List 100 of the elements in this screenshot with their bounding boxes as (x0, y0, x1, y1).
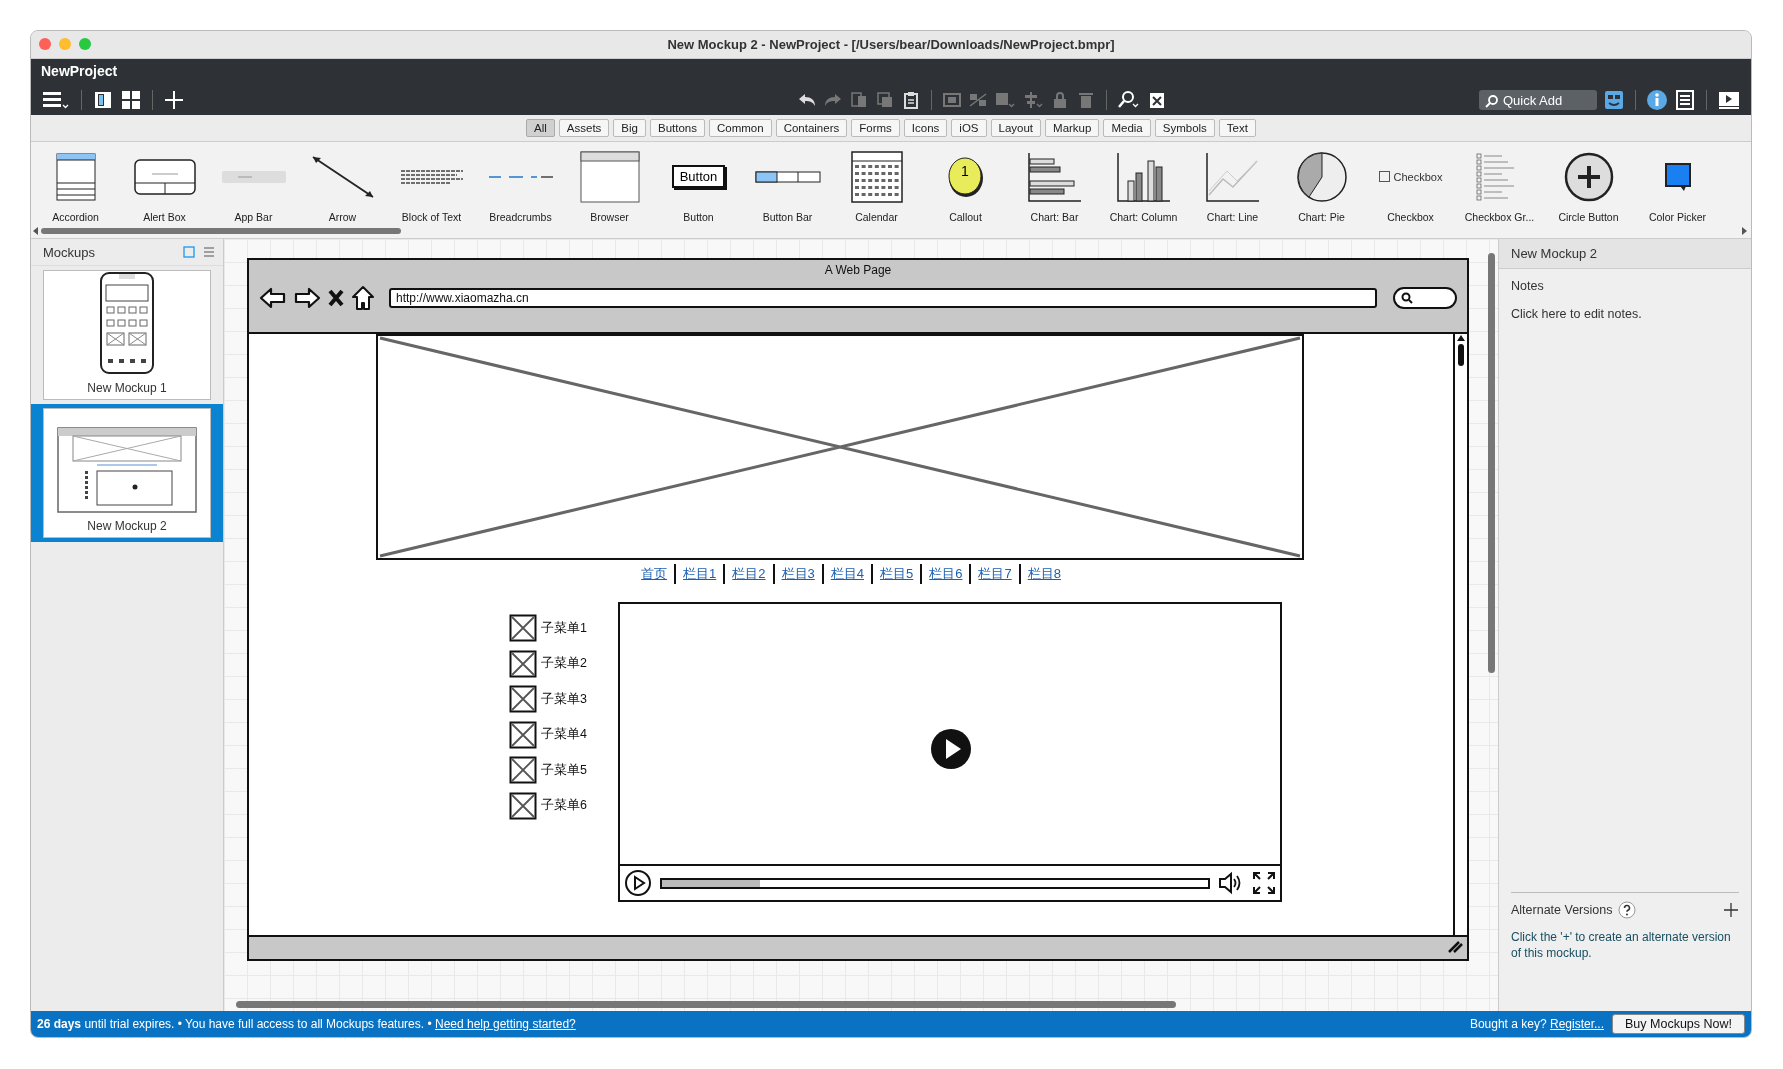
filter-tab[interactable]: iOS (951, 119, 987, 137)
nav-link[interactable]: 栏目8 (1027, 565, 1061, 583)
trial-message: 26 days until trial expires. • You have full access to all Mockups features. • Need help getting started? (37, 1017, 576, 1031)
help-link[interactable]: Need help getting started? (434, 1017, 576, 1031)
library-item[interactable]: Checkbox Checkbox (1366, 142, 1455, 226)
filter-tab[interactable]: Markup (1045, 119, 1100, 137)
project-name: NewProject (41, 62, 119, 81)
menu-icon[interactable] (41, 89, 71, 111)
panel-icon[interactable] (92, 89, 114, 111)
image-placeholder-icon (509, 720, 537, 749)
filter-tab[interactable]: Media (1103, 119, 1151, 137)
scroll-left-icon[interactable] (33, 227, 41, 235)
library-item[interactable]: Button Button (654, 142, 743, 226)
filter-tab[interactable]: Big (613, 119, 646, 137)
face-icon[interactable] (1603, 89, 1625, 111)
play-icon (624, 869, 652, 897)
library-item[interactable]: App Bar (209, 142, 298, 226)
list-icon[interactable] (1674, 89, 1696, 111)
bar-chart-icon (1026, 150, 1083, 203)
grid-icon[interactable] (120, 89, 142, 111)
search-icon (1485, 94, 1499, 108)
nav-link[interactable]: 栏目1 (683, 565, 717, 583)
library-item[interactable]: Chart: Line (1188, 142, 1277, 226)
image-placeholder-icon (509, 756, 537, 784)
library-item[interactable]: Circle Button (1544, 142, 1633, 226)
library-item[interactable]: Browser (565, 142, 654, 226)
submenu-item: 子菜单5 (541, 761, 587, 779)
library-item[interactable]: Arrow (298, 142, 387, 226)
library-item[interactable]: 1 Callout (921, 142, 1010, 226)
filter-tab[interactable]: Buttons (649, 119, 705, 137)
info-icon[interactable] (1646, 89, 1668, 111)
plus-circle-icon (1563, 151, 1614, 202)
filter-tab[interactable]: Layout (990, 119, 1042, 137)
scroll-right-icon[interactable] (1741, 227, 1749, 235)
library-item[interactable]: Button Bar (743, 142, 832, 226)
library-item[interactable]: Chart: Column (1099, 142, 1188, 226)
filter-tab[interactable]: Assets (558, 119, 610, 137)
library-item[interactable]: Chart: Pie (1277, 142, 1366, 226)
video-player[interactable] (618, 602, 1282, 902)
scrollbar-thumb[interactable] (1488, 253, 1495, 673)
scrollbar-thumb[interactable] (236, 1001, 1176, 1008)
filter-tab[interactable]: Forms (851, 119, 900, 137)
library-item[interactable]: Color Picker (1633, 142, 1722, 226)
filter-tab[interactable]: Containers (775, 119, 848, 137)
register-link[interactable]: Register... (1550, 1017, 1604, 1031)
library-item[interactable]: Alert Box (120, 142, 209, 226)
clipboard-icon[interactable] (901, 90, 921, 110)
search-field[interactable] (1393, 287, 1457, 309)
group-icon[interactable] (942, 90, 962, 110)
image-placeholder-icon (509, 649, 537, 678)
nav-link[interactable]: 栏目7 (978, 565, 1012, 583)
image-placeholder-icon (509, 614, 537, 642)
progress-track[interactable] (660, 877, 1210, 889)
forward-arrow-icon (293, 286, 321, 310)
filter-tab[interactable]: Text (1218, 119, 1256, 137)
help-icon[interactable] (1618, 900, 1637, 919)
filter-tab[interactable]: Icons (903, 119, 948, 137)
browser-icon (579, 150, 640, 203)
play-button-icon (930, 728, 972, 770)
nav-link[interactable]: 栏目3 (781, 565, 815, 583)
notes-label: Notes (1510, 278, 1545, 293)
filter-tab[interactable]: All (526, 119, 555, 137)
trash-icon[interactable] (1076, 90, 1096, 110)
filter-tab[interactable]: Common (708, 119, 772, 137)
resize-grip-icon[interactable] (1447, 941, 1463, 953)
buy-button[interactable]: Buy Mockups Now! (1612, 1014, 1745, 1034)
calendar-icon (850, 150, 903, 203)
arrange-icon[interactable] (994, 90, 1016, 110)
copy-icon[interactable] (849, 90, 869, 110)
duplicate-icon[interactable] (875, 90, 895, 110)
nav-link[interactable]: 栏目6 (929, 565, 963, 583)
address-field[interactable]: http://www.xiaomazha.cn (389, 288, 1377, 308)
library-item[interactable]: Breadcrumbs (476, 142, 565, 226)
notes-hint[interactable]: Click here to edit notes. (1499, 293, 1751, 321)
quick-add-field[interactable]: Quick Add (1479, 90, 1597, 110)
search-icon[interactable] (1117, 90, 1141, 110)
presentation-icon[interactable] (1717, 89, 1741, 111)
library-item[interactable]: Accordion (31, 142, 120, 226)
library-item[interactable]: Calendar (832, 142, 921, 226)
scrollbar-thumb[interactable] (41, 228, 401, 234)
filter-tab[interactable]: Symbols (1154, 119, 1215, 137)
library-item[interactable]: Checkbox Gr... (1455, 142, 1544, 226)
library-item[interactable]: Chart: Bar (1010, 142, 1099, 226)
mockup-item[interactable]: New Mockup 2 (31, 404, 223, 542)
nav-link[interactable]: 首页 (641, 565, 668, 583)
browser-window-mockup[interactable]: A Web Page http://www.xiaomazha.cn 首页 栏目1 栏目2 栏目3 栏目4 栏目5 栏目6 栏目7 栏目8 子菜单1 子菜单2 子菜单3 子菜单4 子菜单5 子菜单6 (247, 258, 1469, 961)
color-picker-icon (1663, 161, 1692, 192)
nav-link[interactable]: 栏目5 (880, 565, 914, 583)
library-item[interactable]: Block of Text (387, 142, 476, 226)
nav-link[interactable]: 栏目4 (830, 565, 864, 583)
key-prompt: Bought a key? Register... (1469, 1017, 1604, 1031)
clear-icon[interactable] (1147, 90, 1167, 110)
align-icon[interactable] (1022, 90, 1044, 110)
button-bar-icon (754, 170, 821, 183)
scrollbar[interactable] (1453, 334, 1467, 935)
ungroup-icon[interactable] (968, 90, 988, 110)
nav-link[interactable]: 栏目2 (732, 565, 766, 583)
thumbnail-view-icon[interactable] (183, 246, 195, 258)
scrollbar-thumb[interactable] (1458, 344, 1464, 366)
submenu-item: 子菜单4 (541, 726, 587, 743)
